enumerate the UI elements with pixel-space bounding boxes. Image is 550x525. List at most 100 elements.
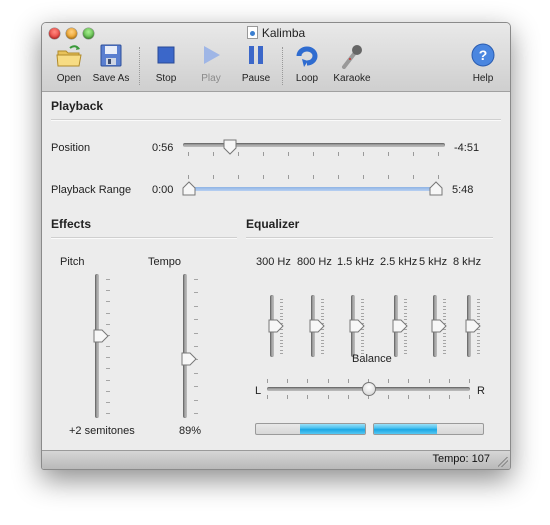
playback-range-fill xyxy=(187,187,442,191)
tick-mark xyxy=(404,302,407,304)
tick-mark xyxy=(469,395,470,399)
eq-band-label: 2.5 kHz xyxy=(380,256,418,268)
pause-button[interactable]: Pause xyxy=(234,43,278,84)
tick-mark xyxy=(321,305,324,307)
eq-band-label: 8 kHz xyxy=(453,256,482,268)
karaoke-label: Karaoke xyxy=(333,73,371,84)
loop-button[interactable]: Loop xyxy=(285,43,329,84)
tick-mark xyxy=(361,346,364,348)
play-button[interactable]: Play xyxy=(189,43,233,84)
position-slider-thumb[interactable] xyxy=(223,139,237,155)
tick-mark xyxy=(448,395,450,399)
tempo-slider[interactable] xyxy=(183,274,187,418)
tick-mark xyxy=(106,346,110,347)
play-icon xyxy=(197,43,225,69)
karaoke-button[interactable]: Karaoke xyxy=(330,43,374,84)
tick-mark xyxy=(404,309,407,311)
eq-band-thumb[interactable] xyxy=(268,319,284,333)
eq-band-thumb[interactable] xyxy=(309,319,325,333)
tick-mark xyxy=(443,336,446,338)
tick-mark xyxy=(321,346,324,348)
tick-mark xyxy=(438,152,439,156)
divider xyxy=(246,237,493,239)
window-title-text: Kalimba xyxy=(261,26,306,40)
tick-mark xyxy=(263,175,264,179)
pitch-slider[interactable] xyxy=(95,274,99,418)
tick-mark xyxy=(469,379,470,383)
tick-mark xyxy=(477,349,480,351)
eq-band-thumb[interactable] xyxy=(392,319,408,333)
position-elapsed: 0:56 xyxy=(152,142,174,154)
playback-section-title: Playback xyxy=(51,99,104,113)
eq-band-thumb[interactable] xyxy=(465,319,481,333)
tick-mark xyxy=(477,353,480,354)
tick-mark xyxy=(347,379,349,383)
play-label: Play xyxy=(201,73,221,84)
tick-mark xyxy=(443,342,446,344)
tempo-slider-thumb[interactable] xyxy=(181,352,197,366)
tick-mark xyxy=(443,309,446,311)
tick-mark xyxy=(267,379,268,383)
open-button[interactable]: Open xyxy=(47,43,91,84)
pitch-value: +2 semitones xyxy=(69,425,135,437)
save-as-button[interactable]: Save As xyxy=(89,43,133,84)
tick-mark xyxy=(413,175,414,179)
balance-slider-thumb[interactable] xyxy=(361,382,376,396)
tick-mark xyxy=(280,339,283,341)
tick-mark xyxy=(438,175,439,179)
help-button[interactable]: ? Help xyxy=(461,43,505,84)
tick-mark xyxy=(404,336,407,338)
tempo-label: Tempo xyxy=(148,256,182,268)
eq-band-thumb[interactable] xyxy=(349,319,365,333)
tick-mark xyxy=(106,290,110,292)
tick-mark xyxy=(477,339,480,341)
stop-button[interactable]: Stop xyxy=(144,43,188,84)
tick-mark xyxy=(194,372,198,374)
help-label: Help xyxy=(472,73,494,84)
tick-mark xyxy=(404,299,407,300)
tick-mark xyxy=(443,339,446,341)
tick-mark xyxy=(280,349,283,351)
loop-icon xyxy=(293,43,321,69)
tick-mark xyxy=(388,152,389,156)
tick-mark xyxy=(280,309,283,311)
toolbar: Open Save As Stop Play Pause Loop Karaok… xyxy=(42,43,510,89)
range-end-thumb[interactable] xyxy=(429,181,443,196)
tick-mark xyxy=(443,315,446,317)
range-start-thumb[interactable] xyxy=(182,181,196,196)
tick-mark xyxy=(408,395,410,399)
tick-mark xyxy=(263,152,264,156)
tick-mark xyxy=(280,315,283,317)
tick-mark xyxy=(321,302,324,304)
eq-band-thumb[interactable] xyxy=(431,319,447,333)
tick-mark xyxy=(238,152,239,156)
tick-mark xyxy=(106,279,110,280)
tick-mark xyxy=(361,339,364,341)
tick-mark xyxy=(280,299,283,300)
resize-grip-icon[interactable] xyxy=(498,457,508,467)
tick-mark xyxy=(313,175,314,179)
tick-mark xyxy=(194,413,198,414)
tick-mark xyxy=(188,175,189,179)
tick-mark xyxy=(477,342,480,344)
tick-mark xyxy=(106,390,110,392)
tick-mark xyxy=(443,353,446,354)
tick-mark xyxy=(361,349,364,351)
divider xyxy=(51,119,501,121)
pitch-slider-thumb[interactable] xyxy=(93,329,109,343)
tick-mark xyxy=(404,312,407,314)
tick-mark xyxy=(307,395,309,399)
tick-mark xyxy=(477,309,480,311)
tick-mark xyxy=(361,315,364,317)
eq-band-label: 800 Hz xyxy=(297,256,332,268)
tick-mark xyxy=(404,315,407,317)
tick-mark xyxy=(361,336,364,338)
pause-label: Pause xyxy=(241,73,271,84)
tick-mark xyxy=(321,309,324,311)
tick-mark xyxy=(408,379,410,383)
tick-mark xyxy=(363,175,364,179)
tick-mark xyxy=(443,305,446,307)
status-bar: Tempo: 107 xyxy=(42,450,510,469)
tick-mark xyxy=(287,395,289,399)
svg-text:?: ? xyxy=(479,47,488,63)
